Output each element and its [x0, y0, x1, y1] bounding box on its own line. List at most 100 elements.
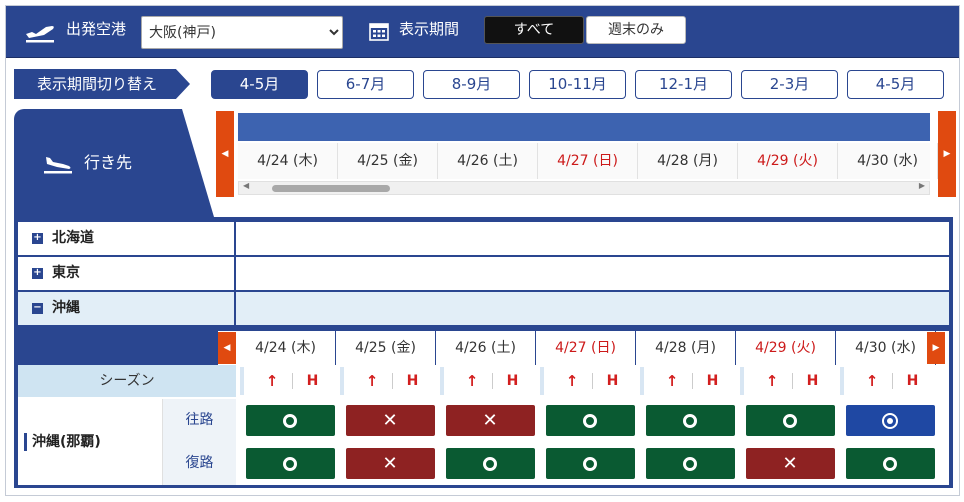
- scrollbar-right-icon[interactable]: ▶: [919, 181, 925, 190]
- date-header-strip: [238, 113, 930, 141]
- availability-ng-button[interactable]: ✕: [345, 448, 435, 479]
- availability-ok-button[interactable]: [245, 405, 335, 436]
- arrow-up-icon: ↑: [665, 372, 679, 390]
- arrow-up-icon: ↑: [865, 372, 879, 390]
- double-circle-icon: [882, 412, 898, 429]
- arrow-up-icon: ↑: [565, 372, 579, 390]
- period-button-10-11[interactable]: 10-11月: [529, 70, 626, 99]
- cross-icon: ✕: [782, 453, 798, 474]
- region-name: + 北海道: [18, 222, 236, 256]
- season-cell: ↑ H: [540, 367, 640, 395]
- filter-weekend-button[interactable]: 週末のみ: [586, 16, 686, 44]
- availability-ok-button[interactable]: [645, 448, 735, 479]
- availability-ng-button[interactable]: ✕: [345, 405, 435, 436]
- scroll-left-button-2[interactable]: ◀: [218, 332, 236, 364]
- scroll-left-button[interactable]: ◀: [216, 111, 234, 197]
- outbound-cell: ✕: [340, 404, 440, 438]
- period-button-4-5[interactable]: 4-5月: [211, 70, 308, 99]
- collapse-icon[interactable]: −: [32, 303, 43, 314]
- outbound-cell: [540, 404, 640, 438]
- cross-icon: ✕: [482, 410, 498, 431]
- region-label: 沖縄: [52, 300, 80, 316]
- high-season-label: H: [492, 373, 532, 389]
- date-cell: 4/24 (木): [236, 331, 336, 365]
- date-header-panel: ◀ 4/24 (木) 4/25 (金) 4/26 (土) 4/27 (日) 4/…: [214, 109, 959, 217]
- scroll-right-button-2[interactable]: ▶: [927, 332, 945, 364]
- period-button-2-3[interactable]: 2-3月: [741, 70, 838, 99]
- circle-icon: [883, 456, 897, 471]
- season-cell: ↑ H: [340, 367, 440, 395]
- airport-label: 出発空港: [66, 20, 127, 38]
- region-row-hokkaido[interactable]: + 北海道: [18, 222, 949, 256]
- season-cell: ↑ H: [440, 367, 540, 395]
- season-cell: ↑ H: [740, 367, 840, 395]
- period-switch-label: 表示期間切り替え: [14, 69, 190, 99]
- season-cell: ↑ H: [840, 367, 940, 395]
- outbound-cell: [840, 404, 940, 438]
- top-bar: 出発空港 大阪(神戸) 表示期間 すべて 週末のみ: [6, 6, 959, 58]
- high-season-label: H: [792, 373, 832, 389]
- circle-icon: [683, 413, 697, 428]
- return-cell: ✕: [340, 447, 440, 481]
- display-period-label: 表示期間: [399, 20, 460, 38]
- availability-ng-button[interactable]: ✕: [445, 405, 535, 436]
- season-cells: ↑ H ↑ H ↑ H ↑ H ↑ H ↑ H ↑ H: [240, 367, 949, 395]
- destination-row-naha: 沖縄(那覇) 往路 復路 ✕ ✕ ✕ ✕: [18, 399, 949, 485]
- destination-name: 沖縄(那覇): [18, 399, 163, 485]
- high-season-label: H: [892, 373, 932, 389]
- date-subheader-row: 4/24 (木) 4/25 (金) 4/26 (土) 4/27 (日) 4/28…: [236, 331, 936, 365]
- availability-ok-button[interactable]: [245, 448, 335, 479]
- availability-ok-button[interactable]: [545, 448, 635, 479]
- airport-select[interactable]: 大阪(神戸): [141, 16, 343, 49]
- return-cell: [640, 447, 740, 481]
- destination-header-label: 行き先: [84, 153, 133, 172]
- cross-icon: ✕: [382, 410, 398, 431]
- circle-icon: [483, 456, 497, 471]
- availability-ok-button[interactable]: [645, 405, 735, 436]
- high-season-label: H: [592, 373, 632, 389]
- date-cell-holiday: 4/27 (日): [536, 331, 636, 365]
- region-name: − 沖縄: [18, 292, 236, 326]
- availability-ok-button[interactable]: [545, 405, 635, 436]
- return-cell: ✕: [740, 447, 840, 481]
- return-cells: ✕ ✕: [240, 442, 949, 485]
- region-row-tokyo[interactable]: + 東京: [18, 257, 949, 291]
- high-season-label: H: [692, 373, 732, 389]
- date-cell: 4/28 (月): [638, 143, 738, 179]
- season-cell: ↑ H: [640, 367, 740, 395]
- horizontal-scrollbar[interactable]: ◀ ▶: [238, 181, 930, 195]
- region-label: 東京: [52, 265, 80, 281]
- circle-icon: [783, 413, 797, 428]
- season-cell: ↑ H: [240, 367, 340, 395]
- availability-best-button[interactable]: [845, 405, 935, 436]
- outbound-cell: ✕: [440, 404, 540, 438]
- high-season-label: H: [292, 373, 332, 389]
- availability-ok-button[interactable]: [845, 448, 935, 479]
- circle-icon: [283, 456, 297, 471]
- expand-icon[interactable]: +: [32, 233, 43, 244]
- period-button-8-9[interactable]: 8-9月: [423, 70, 520, 99]
- region-row-okinawa[interactable]: − 沖縄: [18, 292, 949, 326]
- period-button-4-5-next[interactable]: 4-5月: [847, 70, 944, 99]
- scrollbar-left-icon[interactable]: ◀: [243, 181, 249, 190]
- period-button-12-1[interactable]: 12-1月: [635, 70, 732, 99]
- date-subheader: ◀ 4/24 (木) 4/25 (金) 4/26 (土) 4/27 (日) 4/…: [218, 331, 949, 365]
- page-frame: 出発空港 大阪(神戸) 表示期間 すべて 週末のみ 表示期間切り替え 4-5月 …: [5, 5, 960, 496]
- filter-all-button[interactable]: すべて: [484, 16, 584, 44]
- date-cell-holiday: 4/29 (火): [738, 143, 838, 179]
- arrow-up-icon: ↑: [765, 372, 779, 390]
- period-button-6-7[interactable]: 6-7月: [317, 70, 414, 99]
- date-cell: 4/26 (土): [436, 331, 536, 365]
- scrollbar-thumb[interactable]: [272, 185, 390, 192]
- season-label: シーズン: [18, 365, 236, 397]
- date-cell: 4/30 (水): [838, 143, 938, 179]
- date-cell-holiday: 4/29 (火): [736, 331, 836, 365]
- availability-ok-button[interactable]: [745, 405, 835, 436]
- outbound-cell: [740, 404, 840, 438]
- availability-ok-button[interactable]: [445, 448, 535, 479]
- return-label: 復路: [163, 442, 236, 485]
- availability-ng-button[interactable]: ✕: [745, 448, 835, 479]
- return-cell: [840, 447, 940, 481]
- expand-icon[interactable]: +: [32, 268, 43, 279]
- scroll-right-button[interactable]: ▶: [938, 111, 956, 197]
